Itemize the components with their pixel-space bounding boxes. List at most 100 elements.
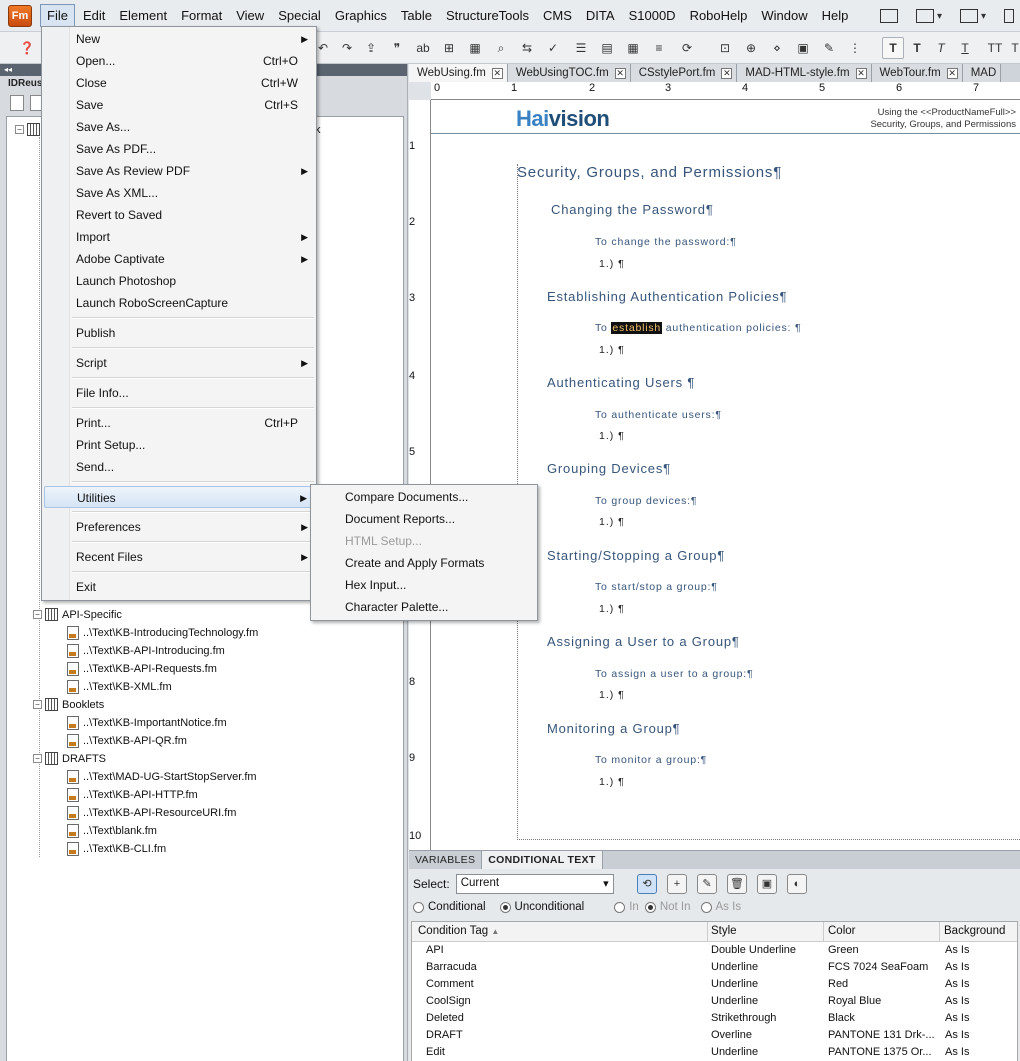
- close-icon[interactable]: ✕: [721, 67, 733, 79]
- menu-structuretools[interactable]: StructureTools: [440, 5, 535, 26]
- menu-item-preferences[interactable]: Preferences ▶: [44, 516, 314, 538]
- doc-paragraph[interactable]: To establish authentication policies: ¶: [595, 322, 801, 334]
- doc-heading-2[interactable]: Starting/Stopping a Group¶: [547, 548, 725, 563]
- menu-item-send[interactable]: Send...: [44, 456, 314, 478]
- radio-not-in[interactable]: [644, 901, 656, 913]
- doc-heading-2[interactable]: Monitoring a Group¶: [547, 721, 680, 736]
- menu-item-save-as[interactable]: Save As...: [44, 116, 314, 138]
- tree-file[interactable]: ..\Text\KB-XML.fm: [67, 678, 172, 695]
- cross-ref-icon[interactable]: ⊕: [740, 37, 762, 59]
- list-icon[interactable]: ▤: [596, 37, 618, 59]
- underline-icon[interactable]: T: [954, 37, 976, 59]
- find-icon[interactable]: ⌕: [490, 37, 512, 59]
- menu-s1000d[interactable]: S1000D: [623, 5, 682, 26]
- tab-webtour[interactable]: WebTour.fm ✕: [871, 64, 963, 82]
- menu-table[interactable]: Table: [395, 5, 438, 26]
- menu-item-import[interactable]: Import ▶: [44, 226, 314, 248]
- new-condition-icon[interactable]: +: [667, 874, 687, 894]
- tree-folder[interactable]: − DRAFTS: [33, 750, 106, 767]
- export-icon[interactable]: ⇪: [360, 37, 382, 59]
- close-icon[interactable]: ✕: [614, 67, 626, 79]
- menu-view[interactable]: View: [230, 5, 270, 26]
- tab-mad-html-style[interactable]: MAD-HTML-style.fm ✕: [737, 64, 872, 82]
- edit-condition-icon[interactable]: ✎: [697, 874, 717, 894]
- submenu-create-apply-formats[interactable]: Create and Apply Formats: [345, 552, 484, 574]
- panel-toggle-button[interactable]: [874, 3, 904, 29]
- superscript-icon[interactable]: T: [1004, 37, 1020, 59]
- menu-item-file-info[interactable]: File Info...: [44, 382, 314, 404]
- submenu-character-palette[interactable]: Character Palette...: [345, 596, 448, 618]
- tree-file[interactable]: ..\Text\KB-API-Requests.fm: [67, 660, 217, 677]
- menu-item-launch-roboscreencapture[interactable]: Launch RoboScreenCapture: [44, 292, 314, 314]
- grid-icon[interactable]: ▦: [464, 37, 486, 59]
- menu-item-adobe-captivate[interactable]: Adobe Captivate ▶: [44, 248, 314, 270]
- tree-file[interactable]: ..\Text\KB-API-Introducing.fm: [67, 642, 225, 659]
- italic-icon[interactable]: T: [930, 37, 952, 59]
- tree-file[interactable]: ..\Text\KB-IntroducingTechnology.fm: [67, 624, 258, 641]
- text-style-icon[interactable]: TT: [984, 37, 1006, 59]
- collapse-icon[interactable]: −: [33, 610, 42, 619]
- tab-conditional-text[interactable]: CONDITIONAL TEXT: [482, 851, 603, 869]
- table-row[interactable]: Edit Underline PANTONE 1375 Or... As Is: [412, 1044, 1017, 1061]
- column-header[interactable]: Style: [711, 925, 737, 937]
- bold-alt-icon[interactable]: T: [906, 37, 928, 59]
- tab-webusing[interactable]: WebUsing.fm ✕: [409, 64, 508, 82]
- document-page[interactable]: Haivision Using the <<ProductNameFull>> …: [431, 100, 1020, 850]
- close-icon[interactable]: ✕: [491, 67, 503, 79]
- menu-format[interactable]: Format: [175, 5, 228, 26]
- radio-conditional[interactable]: [413, 901, 424, 913]
- menu-dita[interactable]: DITA: [580, 5, 621, 26]
- submenu-hex-input[interactable]: Hex Input...: [345, 574, 406, 596]
- tab-webusingtoc[interactable]: WebUsingTOC.fm ✕: [507, 64, 631, 82]
- expression-icon[interactable]: ◐: [787, 874, 807, 894]
- doc-heading-1[interactable]: Security, Groups, and Permissions¶: [517, 164, 782, 181]
- menu-item-recent-files[interactable]: Recent Files ▶: [44, 546, 314, 568]
- menu-help[interactable]: Help: [816, 5, 855, 26]
- menu-robohelp[interactable]: RoboHelp: [684, 5, 754, 26]
- menu-item-new[interactable]: New ▶: [44, 28, 314, 50]
- doc-step[interactable]: 1.) ¶: [599, 516, 625, 528]
- menu-item-open[interactable]: Open... Ctrl+O: [44, 50, 314, 72]
- table-row[interactable]: DRAFT Overline PANTONE 131 Drk-... As Is: [412, 1027, 1017, 1044]
- align-icon[interactable]: ≡: [648, 37, 670, 59]
- condition-icon[interactable]: ⋮: [844, 37, 866, 59]
- edit-note-icon[interactable]: ✎: [818, 37, 840, 59]
- menu-item-close[interactable]: Close Ctrl+W: [44, 72, 314, 94]
- doc-paragraph[interactable]: To change the password:¶: [595, 236, 737, 248]
- table-row[interactable]: Barracuda Underline FCS 7024 SeaFoam As Is: [412, 959, 1017, 976]
- doc-heading-2[interactable]: Grouping Devices¶: [547, 461, 671, 476]
- submenu-compare-documents[interactable]: Compare Documents...: [345, 486, 468, 508]
- tab-csstyleport[interactable]: CSstylePort.fm ✕: [630, 64, 738, 82]
- delete-condition-icon[interactable]: 🗑: [727, 874, 747, 894]
- menu-special[interactable]: Special: [272, 5, 327, 26]
- menu-edit[interactable]: Edit: [77, 5, 111, 26]
- collapse-icon[interactable]: −: [33, 700, 42, 709]
- doc-paragraph[interactable]: To monitor a group:¶: [595, 754, 707, 766]
- table-row[interactable]: API Double Underline Green As Is: [412, 942, 1017, 959]
- menu-item-save-as-pdf[interactable]: Save As PDF...: [44, 138, 314, 160]
- doc-step[interactable]: 1.) ¶: [599, 258, 625, 270]
- doc-heading-2[interactable]: Changing the Password¶: [551, 202, 714, 217]
- close-icon[interactable]: ✕: [855, 67, 867, 79]
- radio-unconditional[interactable]: [499, 901, 511, 913]
- doc-paragraph[interactable]: To authenticate users:¶: [595, 409, 722, 421]
- menu-element[interactable]: Element: [113, 5, 173, 26]
- column-header[interactable]: Background: [944, 925, 1005, 937]
- doc-step[interactable]: 1.) ¶: [599, 689, 625, 701]
- menu-file[interactable]: File: [40, 4, 75, 27]
- menu-window[interactable]: Window: [755, 5, 813, 26]
- layout-button[interactable]: ▾: [910, 3, 948, 29]
- submenu-html-setup[interactable]: HTML Setup...: [345, 530, 422, 552]
- doc-step[interactable]: 1.) ¶: [599, 776, 625, 788]
- menu-item-print[interactable]: Print... Ctrl+P: [44, 412, 314, 434]
- table-row[interactable]: Comment Underline Red As Is: [412, 976, 1017, 993]
- insert-icon[interactable]: ⊞: [438, 37, 460, 59]
- column-header[interactable]: Condition Tag ▲: [418, 925, 499, 937]
- tree-file[interactable]: ..\Text\KB-API-ResourceURI.fm: [67, 804, 236, 821]
- tab-variables[interactable]: VARIABLES: [409, 851, 483, 869]
- menu-item-publish[interactable]: Publish: [44, 322, 314, 344]
- menu-item-save[interactable]: Save Ctrl+S: [44, 94, 314, 116]
- vertical-ruler[interactable]: 1 2 3 4 5 8 9 10: [409, 100, 431, 850]
- table-row[interactable]: CoolSign Underline Royal Blue As Is: [412, 993, 1017, 1010]
- menu-item-launch-photoshop[interactable]: Launch Photoshop: [44, 270, 314, 292]
